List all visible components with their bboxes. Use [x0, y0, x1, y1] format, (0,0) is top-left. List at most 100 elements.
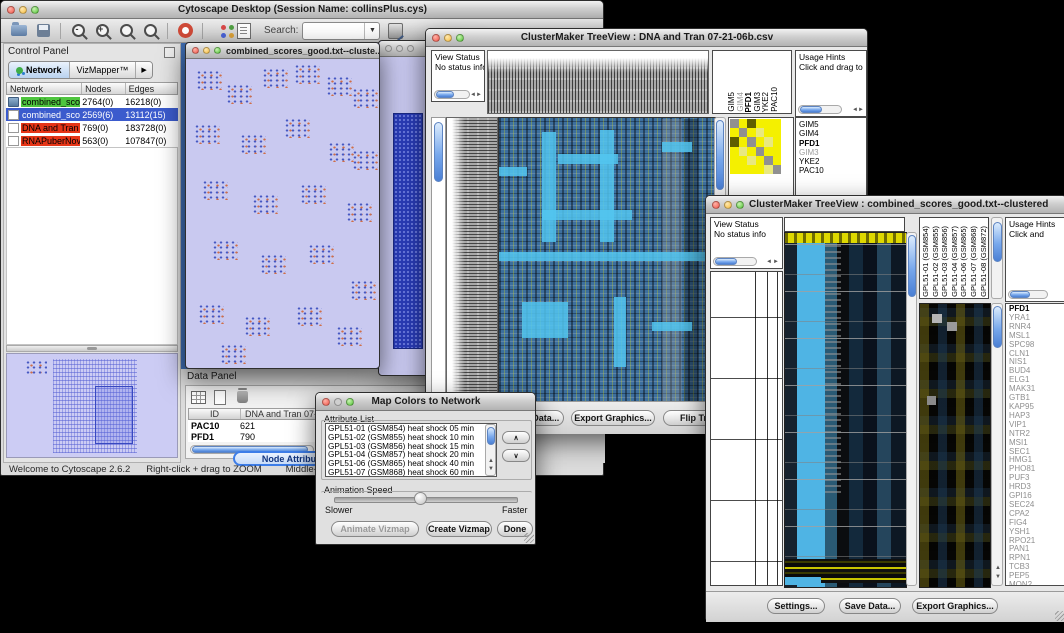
tv2-main-heatmap[interactable]	[784, 232, 907, 588]
resize-grip-icon[interactable]	[1055, 611, 1064, 621]
tv2-gene-dendrogram[interactable]	[710, 271, 783, 586]
scroll-right-icon[interactable]: ►	[858, 107, 864, 113]
zoom-window-icon[interactable]	[346, 398, 354, 406]
close-icon[interactable]	[432, 34, 440, 42]
network-list-row[interactable]: combined_scores 2764(0) 16218(0)	[6, 95, 178, 108]
close-icon[interactable]	[192, 47, 199, 54]
close-icon[interactable]	[7, 6, 15, 14]
open-icon[interactable]	[8, 21, 30, 41]
panel-splitter[interactable]	[6, 345, 178, 352]
tv1-usage-scrollbar[interactable]	[798, 105, 842, 114]
help-lifesaver-icon[interactable]	[174, 21, 196, 41]
tab-vizmapper[interactable]: VizMapper™	[69, 62, 136, 78]
animate-vizmap-button[interactable]: Animate Vizmap	[331, 521, 419, 537]
minimize-icon[interactable]	[19, 6, 27, 14]
network-list-row[interactable]: RNAPuberNov2+ 563(0) 107847(0)	[6, 134, 178, 147]
save-icon[interactable]	[32, 21, 54, 41]
zoom-out-icon[interactable]	[67, 21, 89, 41]
resize-grip-icon[interactable]	[524, 533, 534, 543]
row-label[interactable]: PFD1	[799, 139, 863, 148]
zoom-fit-icon[interactable]	[139, 21, 161, 41]
row-label[interactable]: GIM4	[799, 129, 863, 138]
zoom-window-icon[interactable]	[736, 201, 744, 209]
move-down-button[interactable]: ∨	[502, 449, 530, 462]
network-view-title-bar[interactable]: combined_scores_good.txt--cluste...	[186, 43, 379, 59]
minimize-icon[interactable]	[724, 201, 732, 209]
close-icon[interactable]	[712, 201, 720, 209]
row-label[interactable]: PAC10	[799, 166, 863, 175]
network-table-header[interactable]: Network Nodes Edges	[6, 82, 178, 95]
attribute-table-icon[interactable]	[190, 389, 206, 405]
new-attribute-icon[interactable]	[212, 389, 228, 405]
tv2-zoom-heatmap[interactable]	[919, 303, 991, 588]
zoom-in-icon[interactable]	[91, 21, 113, 41]
tv1-gene-scrollbar[interactable]	[434, 122, 443, 182]
row-label[interactable]: GIM5	[799, 120, 863, 129]
tab-overflow-arrow[interactable]: ▶	[135, 62, 151, 78]
save-data-button[interactable]: Save Data...	[839, 598, 901, 614]
network-list-row[interactable]: combined_sco 2569(6) 13112(15)	[6, 108, 178, 121]
dense-network-cluster[interactable]	[393, 113, 423, 349]
treeview1-title-bar[interactable]: ClusterMaker TreeView : DNA and Tran 07-…	[426, 29, 867, 47]
tv2-usage-scrollbar[interactable]	[1008, 290, 1048, 299]
tv1-status-scrollbar[interactable]	[434, 90, 470, 99]
chevron-down-icon[interactable]: ▼	[364, 23, 379, 39]
attribute-list-item[interactable]: GPL51-07 (GSM868) heat shock 60 min	[328, 469, 494, 477]
search-input[interactable]: ▼	[302, 22, 380, 40]
tv2-collabel-scrollbar[interactable]	[991, 217, 1003, 299]
dialog-title-bar[interactable]: Map Colors to Network	[316, 393, 535, 411]
tv1-zoom-heatmap[interactable]	[730, 119, 781, 174]
export-graphics-button[interactable]: Export Graphics...	[571, 410, 655, 426]
minimize-icon[interactable]	[203, 47, 210, 54]
column-label[interactable]: GPL51-02 (GSM855)	[931, 226, 941, 297]
zoom-window-icon[interactable]	[407, 45, 414, 52]
column-label[interactable]: GPL51-08 (GSM872)	[979, 226, 989, 297]
minimize-icon[interactable]	[334, 398, 342, 406]
tv2-gene-scrollbar[interactable]: ▲ ▼	[991, 303, 1003, 586]
column-label[interactable]: GPL51-06 (GSM865)	[959, 226, 969, 297]
scroll-right-icon[interactable]: ►	[773, 259, 779, 265]
treeview2-title-bar[interactable]: ClusterMaker TreeView : combined_scores_…	[706, 196, 1064, 214]
tv1-column-dendrogram[interactable]	[487, 50, 709, 114]
animation-speed-thumb[interactable]	[414, 492, 427, 505]
scroll-right-icon[interactable]: ►	[476, 92, 482, 98]
column-label[interactable]: PAC10	[771, 87, 780, 112]
scroll-down-icon[interactable]: ▼	[488, 466, 494, 472]
tv2-status-scrollbar[interactable]	[713, 257, 757, 266]
annotation-icon[interactable]	[233, 21, 255, 41]
scroll-up-icon[interactable]: ▲	[488, 458, 494, 464]
tv1-gene-dendrogram[interactable]	[446, 117, 498, 401]
tab-network[interactable]: Network	[9, 62, 69, 78]
zoom-window-icon[interactable]	[214, 47, 221, 54]
network-overview-thumbnail[interactable]	[6, 353, 178, 458]
row-label[interactable]: YKE2	[799, 157, 863, 166]
scroll-up-icon[interactable]: ▲	[995, 565, 1001, 571]
vizmapper-icon[interactable]	[209, 21, 231, 41]
tv1-main-heatmap[interactable]	[498, 117, 716, 403]
zoom-selected-icon[interactable]	[115, 21, 137, 41]
network-list-background[interactable]	[6, 147, 178, 345]
column-label[interactable]: GPL51-07 (GSM868)	[969, 226, 979, 297]
main-title-bar[interactable]: Cytoscape Desktop (Session Name: collins…	[1, 1, 603, 19]
close-icon[interactable]	[385, 45, 392, 52]
row-label[interactable]: GIM3	[799, 148, 863, 157]
thumbnail-viewport-rect[interactable]	[95, 386, 133, 444]
create-vizmap-button[interactable]: Create Vizmap	[426, 521, 492, 537]
zoom-window-icon[interactable]	[456, 34, 464, 42]
network-canvas[interactable]	[186, 58, 379, 368]
import-icon[interactable]	[384, 21, 406, 41]
column-label[interactable]: GPL51-01 (GSM854)	[921, 226, 931, 297]
delete-attribute-icon[interactable]	[234, 389, 250, 405]
scroll-down-icon[interactable]: ▼	[995, 574, 1001, 580]
close-icon[interactable]	[322, 398, 330, 406]
tv2-heatmap-vscrollbar[interactable]	[906, 232, 917, 586]
network-list-row[interactable]: DNA and Tran 07 769(0) 183728(0)	[6, 121, 178, 134]
gene-label[interactable]: MON2	[1009, 581, 1063, 586]
minimize-icon[interactable]	[444, 34, 452, 42]
zoom-window-icon[interactable]	[31, 6, 39, 14]
column-label[interactable]: GPL51-03 (GSM856)	[940, 226, 950, 297]
float-panel-icon[interactable]	[164, 47, 175, 58]
column-label[interactable]: GPL51-04 (GSM857)	[950, 226, 960, 297]
scroll-left-icon[interactable]: ◄	[766, 259, 772, 265]
minimize-icon[interactable]	[396, 45, 403, 52]
